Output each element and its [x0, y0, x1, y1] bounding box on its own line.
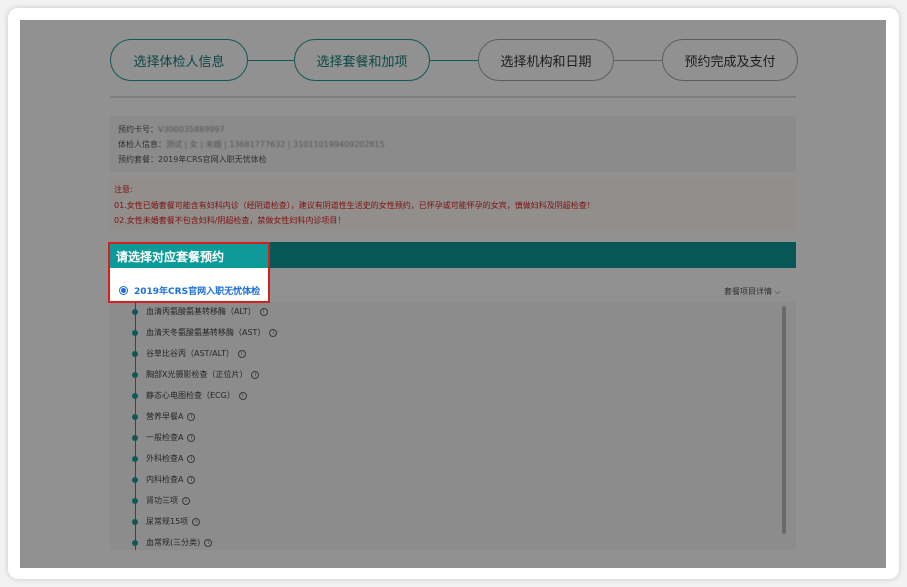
list-item: 外科检查A i: [132, 453, 196, 464]
timeline-dot-icon: [132, 518, 138, 525]
item-label: 一般检查A: [146, 433, 184, 442]
timeline-dot-icon: [132, 392, 138, 399]
timeline-dot-icon: [132, 476, 138, 483]
highlight-section-title: 请选择对应套餐预约: [116, 250, 225, 264]
booking-info-panel: 预约卡号：V300035889997 体检人信息：测试 | 女 | 未婚 | 1…: [110, 116, 796, 172]
timeline-dot-icon: [132, 371, 138, 378]
info-icon[interactable]: i: [251, 370, 260, 379]
divider: [110, 96, 796, 98]
card-label: 预约卡号：: [118, 125, 158, 134]
timeline-dot-icon: [132, 497, 138, 504]
timeline-dot-icon: [132, 329, 138, 336]
package-row: 预约套餐：2019年CRS官网入职无忧体检: [118, 152, 788, 167]
info-icon[interactable]: i: [259, 307, 268, 316]
card-value: V300035889997: [158, 125, 225, 134]
chevron-down-icon[interactable]: ⌵: [775, 287, 781, 296]
step-select-package[interactable]: 选择套餐和加项: [294, 39, 430, 81]
person-label: 体检人信息：: [118, 140, 166, 149]
item-label: 肾功三项: [146, 496, 178, 505]
screen: 选择体检人信息 选择套餐和加项 选择机构和日期 预约完成及支付 预约卡号：V30…: [20, 20, 886, 568]
item-label: 外科检查A: [146, 454, 184, 463]
package-value: 2019年CRS官网入职无忧体检: [158, 155, 267, 164]
list-item: 尿常规15项 i: [132, 516, 201, 527]
timeline-dot-icon: [132, 350, 138, 357]
info-icon[interactable]: i: [187, 433, 196, 442]
timeline-line: [135, 302, 136, 550]
progress-steps: 选择体检人信息 选择套餐和加项 选择机构和日期 预约完成及支付: [110, 39, 800, 83]
item-label: 静态心电图检查（ECG）: [146, 391, 235, 400]
package-detail-label[interactable]: 套餐项目详情: [724, 287, 772, 296]
step-select-institution[interactable]: 选择机构和日期: [478, 39, 614, 81]
item-label: 谷草比谷丙（AST/ALT）: [146, 349, 234, 358]
item-label: 营养早餐A: [146, 412, 184, 421]
timeline-dot-icon: [132, 308, 138, 315]
info-icon[interactable]: i: [204, 538, 213, 547]
package-label: 预约套餐：: [118, 155, 158, 164]
item-label: 血清丙氨酸氨基转移酶（ALT）: [146, 307, 256, 316]
timeline-dot-icon: [132, 434, 138, 441]
step-select-person[interactable]: 选择体检人信息: [110, 39, 248, 81]
card-number-row: 预约卡号：V300035889997: [118, 122, 788, 137]
info-icon[interactable]: i: [192, 517, 201, 526]
list-item: 营养早餐A i: [132, 411, 196, 422]
scrollbar[interactable]: [782, 306, 786, 534]
info-icon[interactable]: i: [187, 412, 196, 421]
person-row: 体检人信息：测试 | 女 | 未婚 | 13681777632 | 310110…: [118, 137, 788, 152]
list-item: 肾功三项 i: [132, 495, 190, 506]
package-detail-link[interactable]: 套餐项目详情 ⌵: [724, 286, 781, 297]
list-item: 血常规(三分类) i: [132, 537, 213, 548]
notice-line-2: 02.女性未婚套餐不包含妇科/阴超检查，禁做女性妇科内诊项目！: [114, 216, 346, 225]
notice-title: 注意:: [114, 185, 133, 194]
timeline-dot-icon: [132, 539, 138, 546]
notice-panel: 注意: 01.女性已婚套餐可能含有妇科内诊（经阴道检查），建议有阴道性生活史的女…: [110, 178, 796, 230]
highlight-package-option[interactable]: 2019年CRS官网入职无忧体检: [119, 284, 260, 297]
info-icon[interactable]: i: [238, 391, 247, 400]
step-connector: [430, 60, 478, 61]
package-items-list: 血清丙氨酸氨基转移酶（ALT） i 血清天冬氨酸氨基转移酶（AST） i 谷草比谷丙…: [110, 302, 796, 550]
list-item: 血清天冬氨酸氨基转移酶（AST） i: [132, 327, 278, 338]
item-label: 尿常规15项: [146, 517, 189, 526]
item-label: 血常规(三分类): [146, 538, 201, 547]
step-connector: [248, 60, 294, 61]
timeline-dot-icon: [132, 413, 138, 420]
info-icon[interactable]: i: [182, 496, 190, 505]
notice-line-1: 01.女性已婚套餐可能含有妇科内诊（经阴道检查），建议有阴道性生活史的女性预约，…: [114, 200, 595, 210]
list-item: 静态心电图检查（ECG） i: [132, 390, 247, 401]
info-icon[interactable]: i: [187, 475, 196, 484]
info-icon[interactable]: i: [187, 454, 196, 463]
timeline-dot-icon: [132, 455, 138, 462]
item-label: 血清天冬氨酸氨基转移酶（AST）: [146, 328, 266, 337]
highlight-package-label[interactable]: 2019年CRS官网入职无忧体检: [134, 284, 260, 297]
list-item: 内科检查A i: [132, 474, 196, 485]
person-value: 测试 | 女 | 未婚 | 13681777632 | 310110199409…: [166, 140, 385, 149]
item-label: 内科检查A: [146, 475, 184, 484]
step-complete-pay[interactable]: 预约完成及支付: [662, 39, 798, 81]
info-icon[interactable]: i: [237, 349, 246, 358]
item-label: 胸部X光摄影检查（正位片）: [146, 370, 248, 379]
list-item: 血清丙氨酸氨基转移酶（ALT） i: [132, 306, 268, 317]
list-item: 谷草比谷丙（AST/ALT） i: [132, 348, 246, 359]
list-item: 一般检查A i: [132, 432, 196, 443]
radio-selected-icon[interactable]: [119, 286, 128, 295]
step-connector: [614, 60, 662, 61]
list-item: 胸部X光摄影检查（正位片） i: [132, 369, 260, 380]
info-icon[interactable]: i: [269, 328, 278, 337]
